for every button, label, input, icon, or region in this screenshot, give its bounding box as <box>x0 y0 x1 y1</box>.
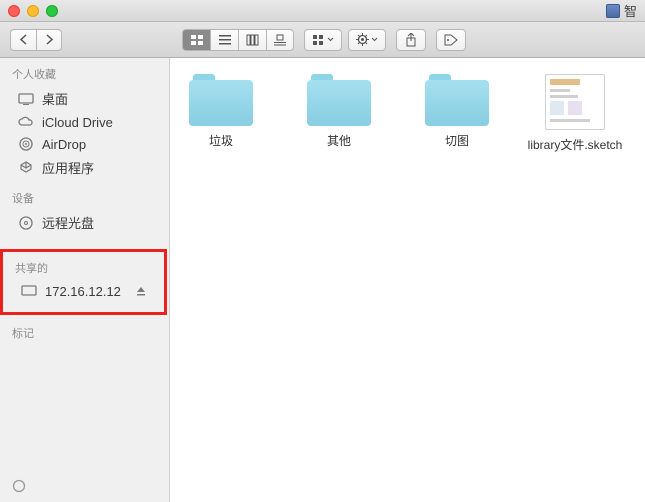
coverflow-view-button[interactable] <box>266 29 294 51</box>
folder-icon <box>189 74 253 126</box>
items-row: 垃圾 其他 切图 library文件.sketch <box>182 74 633 153</box>
item-label: library文件.sketch <box>528 136 623 153</box>
titlebar: 智 <box>0 0 645 22</box>
sidebar-item-label: 172.16.12.12 <box>45 284 121 299</box>
highlighted-shared-section: 共享的 172.16.12.12 <box>0 249 167 315</box>
window-title: 智 <box>606 1 637 20</box>
tags-group <box>436 29 466 51</box>
sidebar-tags-section: 标记 <box>0 323 169 345</box>
chevron-down-icon <box>327 37 334 42</box>
eject-icon[interactable] <box>136 286 146 296</box>
close-window-button[interactable] <box>8 5 20 17</box>
tag-icon <box>444 34 458 46</box>
sidebar-item-remote-disc[interactable]: 远程光盘 <box>0 210 169 235</box>
item-label: 其他 <box>327 132 351 149</box>
minimize-window-button[interactable] <box>27 5 39 17</box>
desktop-icon <box>18 91 34 107</box>
sidebar-item-shared-server[interactable]: 172.16.12.12 <box>3 280 164 302</box>
action-button[interactable] <box>348 29 386 51</box>
arrange-button[interactable] <box>304 29 342 51</box>
cloud-icon <box>18 114 34 130</box>
sidebar-header-favorites: 个人收藏 <box>0 64 169 86</box>
forward-button[interactable] <box>36 29 62 51</box>
airdrop-icon <box>18 136 34 152</box>
list-view-button[interactable] <box>210 29 238 51</box>
item-label: 切图 <box>445 132 469 149</box>
folder-icon <box>307 74 371 126</box>
window-title-text: 智 <box>624 1 637 20</box>
applications-icon <box>18 160 34 176</box>
window-controls <box>8 5 58 17</box>
share-group <box>396 29 426 51</box>
sidebar-item-label: AirDrop <box>42 137 86 152</box>
sidebar-favorites-section: 个人收藏 桌面 iCloud Drive AirDrop 应用程序 <box>0 64 169 180</box>
sidebar-item-label: iCloud Drive <box>42 115 113 130</box>
content-area[interactable]: 垃圾 其他 切图 library文件.sketch <box>170 58 645 502</box>
chevron-down-icon <box>371 37 378 42</box>
view-mode-group <box>182 29 294 51</box>
sidebar: 个人收藏 桌面 iCloud Drive AirDrop 应用程序 设备 <box>0 58 170 502</box>
arrange-group <box>304 29 386 51</box>
sidebar-devices-section: 设备 远程光盘 <box>0 188 169 235</box>
folder-item[interactable]: 垃圾 <box>182 74 260 153</box>
edit-tags-button[interactable] <box>436 29 466 51</box>
sidebar-header-devices: 设备 <box>0 188 169 210</box>
disk-icon <box>606 4 620 18</box>
share-icon <box>405 33 417 47</box>
folder-item[interactable]: 切图 <box>418 74 496 153</box>
sidebar-spacer <box>0 353 169 476</box>
icon-view-button[interactable] <box>182 29 210 51</box>
sidebar-item-applications[interactable]: 应用程序 <box>0 155 169 180</box>
folder-icon <box>425 74 489 126</box>
sidebar-item-label: 应用程序 <box>42 158 94 177</box>
disc-icon <box>18 215 34 231</box>
sidebar-add-tag[interactable] <box>0 476 169 496</box>
sidebar-item-icloud[interactable]: iCloud Drive <box>0 111 169 133</box>
zoom-window-button[interactable] <box>46 5 58 17</box>
column-view-button[interactable] <box>238 29 266 51</box>
sidebar-item-desktop[interactable]: 桌面 <box>0 86 169 111</box>
file-item-sketch[interactable]: library文件.sketch <box>536 74 614 153</box>
folder-item[interactable]: 其他 <box>300 74 378 153</box>
tag-add-icon <box>12 479 26 493</box>
toolbar <box>0 22 645 58</box>
nav-group <box>10 29 62 51</box>
sidebar-item-label: 桌面 <box>42 89 68 108</box>
sketch-file-icon <box>545 74 605 130</box>
sidebar-item-airdrop[interactable]: AirDrop <box>0 133 169 155</box>
main-area: 个人收藏 桌面 iCloud Drive AirDrop 应用程序 设备 <box>0 58 645 502</box>
back-button[interactable] <box>10 29 36 51</box>
sidebar-header-shared: 共享的 <box>3 258 164 280</box>
gear-icon <box>356 33 369 46</box>
computer-icon <box>21 283 37 299</box>
item-label: 垃圾 <box>209 132 233 149</box>
share-button[interactable] <box>396 29 426 51</box>
sidebar-item-label: 远程光盘 <box>42 213 94 232</box>
sidebar-header-tags: 标记 <box>0 323 169 345</box>
